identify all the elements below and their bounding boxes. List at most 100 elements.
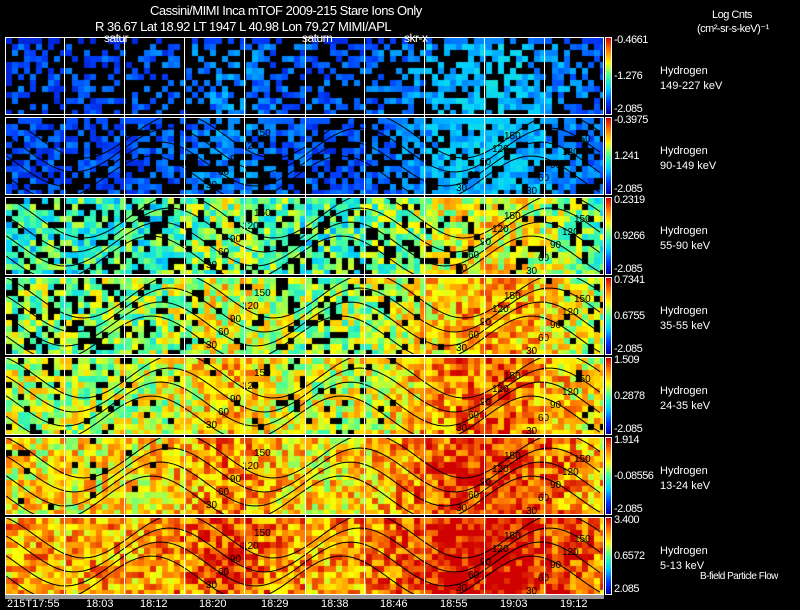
energy-label: 13-24 keV xyxy=(660,480,711,492)
contour-label: 30 xyxy=(526,426,538,434)
colorbar-cmid: 0.9266 xyxy=(614,230,645,242)
contour-label: 150 xyxy=(504,291,521,302)
contour-label: 120 xyxy=(562,227,579,238)
x-tick-label: 18:20 xyxy=(199,598,227,610)
colorbar-cmid: 0.6572 xyxy=(614,550,645,562)
x-tick-label: 18:38 xyxy=(321,598,349,610)
contour-label: 30 xyxy=(456,263,468,274)
contour-label: 120 xyxy=(562,387,579,398)
time-gridline xyxy=(184,37,185,595)
contour-label: 150 xyxy=(574,214,591,225)
contour-label: 30 xyxy=(526,506,538,514)
contour-label: 90 xyxy=(550,560,562,571)
colorbar xyxy=(605,37,612,115)
colorbar-cmax: -0.4661 xyxy=(614,34,648,46)
contour-label: 150 xyxy=(574,454,591,465)
contour-label: 150 xyxy=(254,288,271,299)
contour-label: 60 xyxy=(468,570,480,581)
plot-title: Cassini/MIMI Inca mTOF 2009-215 Stare Io… xyxy=(150,3,422,18)
contour-line xyxy=(6,235,601,274)
contour-label: 60 xyxy=(218,247,230,258)
contour-line xyxy=(6,555,601,594)
colorbar xyxy=(605,357,612,435)
contour-label: 90 xyxy=(480,557,492,568)
contour-label: 120 xyxy=(562,467,579,478)
panel-label: Hydrogen 149-227 keV xyxy=(660,64,722,94)
x-tick-label: 215T17:55 xyxy=(7,598,60,610)
species-label: Hydrogen xyxy=(660,305,708,317)
contour-label: 30 xyxy=(526,186,538,194)
contour-label: 30 xyxy=(456,583,468,594)
colorbar-cmax: 3.400 xyxy=(614,514,640,526)
colorbar-cmax: 1.509 xyxy=(614,354,640,366)
colorbar-cmid: -0.08556 xyxy=(614,470,654,482)
energy-label: 35-55 keV xyxy=(660,320,711,332)
contour-label: 60 xyxy=(468,170,480,181)
contour-label: 150 xyxy=(504,451,521,462)
contour-label: 30 xyxy=(206,500,218,511)
time-gridline xyxy=(244,37,245,595)
colorbar-cmax: -0.3975 xyxy=(614,114,648,126)
contour-label: 60 xyxy=(468,250,480,261)
contour-label: 150 xyxy=(574,374,591,385)
contour-label: 90 xyxy=(230,474,242,485)
contour-label: 120 xyxy=(492,544,509,555)
contour-label: 150 xyxy=(254,368,271,379)
contour-label: 120 xyxy=(492,304,509,315)
panel-label: Hydrogen 13-24 keV xyxy=(660,464,710,494)
contour-label: 30 xyxy=(526,346,538,354)
x-tick-label: 19:03 xyxy=(500,598,528,610)
species-label: Hydrogen xyxy=(660,465,708,477)
colorbar-cmin: 2.085 xyxy=(614,583,640,595)
colorbar xyxy=(605,197,612,275)
annotation-saturn: saturn xyxy=(302,31,333,45)
contour-line xyxy=(6,395,601,434)
colorbar-cmax: 0.2319 xyxy=(614,194,645,206)
bfield-legend: B-field Particle Flow xyxy=(700,571,778,582)
contour-label: 150 xyxy=(574,534,591,545)
species-label: Hydrogen xyxy=(660,385,708,397)
contour-label: 90 xyxy=(480,477,492,488)
energy-label: 24-35 keV xyxy=(660,400,711,412)
contour-label: 150 xyxy=(254,528,271,539)
annotation-satur: satur xyxy=(104,31,129,45)
annotation-skr: skr-x xyxy=(404,31,428,45)
x-tick-label: 18:55 xyxy=(440,598,468,610)
contour-label: 30 xyxy=(206,340,218,351)
colorbar-cmax: 1.914 xyxy=(614,434,640,446)
species-label: Hydrogen xyxy=(660,65,708,77)
time-gridline xyxy=(364,37,365,595)
time-gridline xyxy=(424,37,425,595)
contour-label: 120 xyxy=(562,147,579,158)
colorbar xyxy=(605,437,612,515)
contour-label: 120 xyxy=(492,464,509,475)
contour-label: 150 xyxy=(504,131,521,142)
colorbar-cmid: 0.2878 xyxy=(614,390,645,402)
contour-label: 60 xyxy=(468,330,480,341)
contour-label: 90 xyxy=(480,237,492,248)
contour-label: 150 xyxy=(254,208,271,219)
contour-label: 30 xyxy=(206,260,218,271)
contour-label: 60 xyxy=(218,167,230,178)
contour-label: 30 xyxy=(456,343,468,354)
species-label: Hydrogen xyxy=(660,225,708,237)
x-tick-label: 18:03 xyxy=(86,598,114,610)
time-gridline xyxy=(64,37,65,595)
contour-label: 90 xyxy=(550,320,562,331)
x-tick-label: 18:46 xyxy=(380,598,408,610)
contour-label: 150 xyxy=(574,134,591,145)
contour-label: 30 xyxy=(526,586,538,594)
contour-label: 90 xyxy=(230,154,242,165)
x-tick-label: 18:12 xyxy=(140,598,168,610)
species-label: Hydrogen xyxy=(660,545,708,557)
contour-label: 90 xyxy=(480,157,492,168)
contour-line xyxy=(6,475,601,514)
contour-label: 60 xyxy=(218,327,230,338)
colorbar-cmid: -1.276 xyxy=(614,70,643,82)
contour-label: 150 xyxy=(254,128,271,139)
contour-label: 30 xyxy=(456,423,468,434)
contour-label: 150 xyxy=(504,211,521,222)
colorbar-cmid: 1.241 xyxy=(614,150,640,162)
contour-label: 90 xyxy=(230,314,242,325)
colorbar xyxy=(605,277,612,355)
